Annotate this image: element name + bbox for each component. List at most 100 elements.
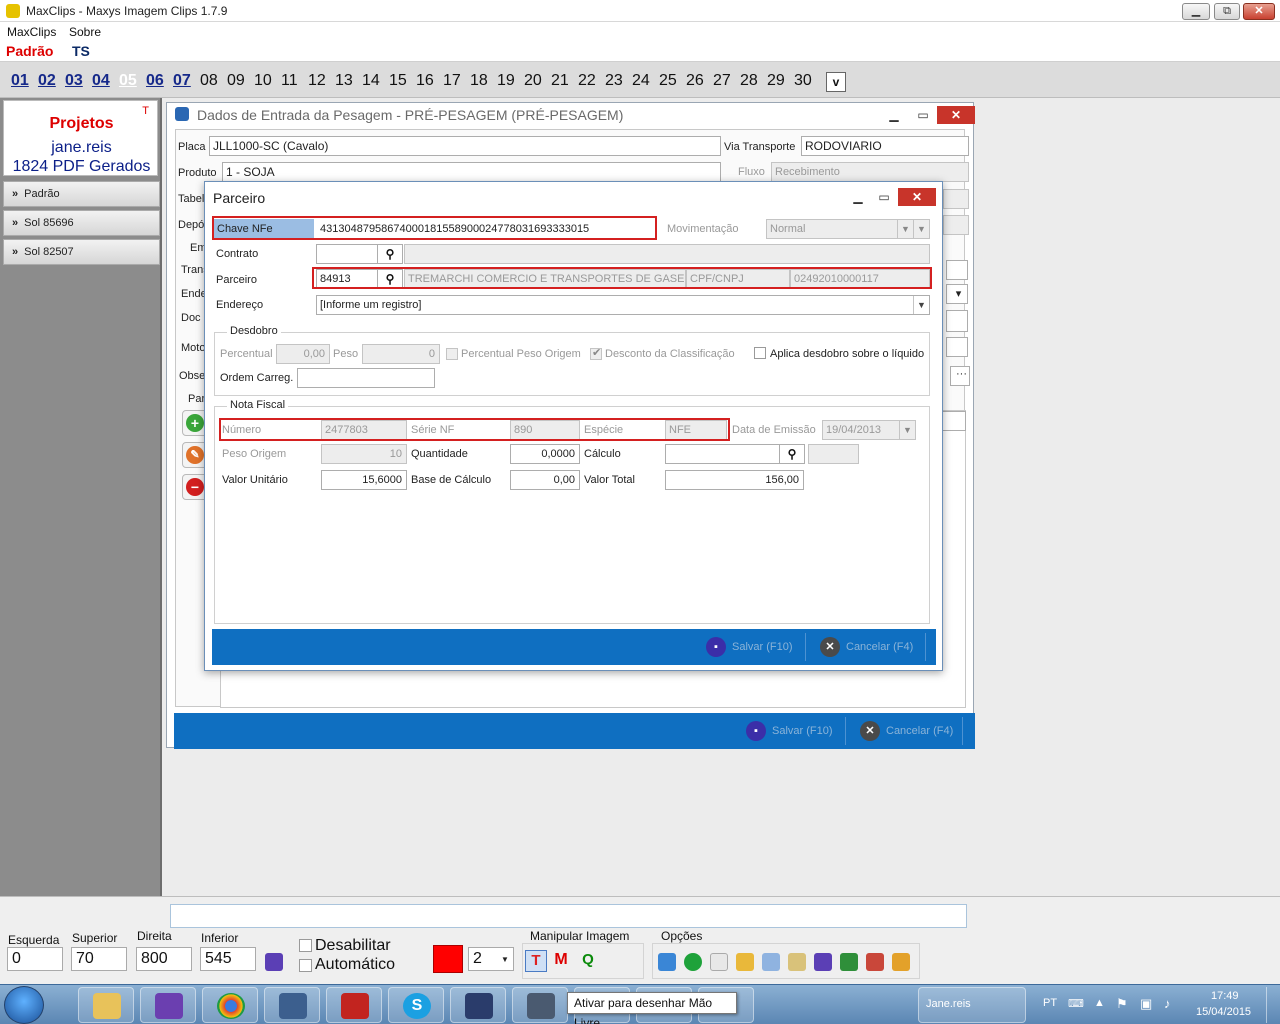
produto-field[interactable]: 1 - SOJA <box>222 162 721 182</box>
start-button[interactable] <box>4 986 44 1024</box>
day-07[interactable]: 07 <box>173 72 191 90</box>
taskbar-skype[interactable]: S <box>388 987 444 1023</box>
network-icon[interactable]: ▣ <box>1140 996 1152 1012</box>
menu-maxclips[interactable]: MaxClips <box>7 25 56 39</box>
day-19[interactable]: 19 <box>497 72 515 90</box>
day-24[interactable]: 24 <box>632 72 650 90</box>
taskbar-visual-studio[interactable] <box>140 987 196 1023</box>
quantidade-field[interactable]: 0,0000 <box>510 444 580 464</box>
day-09[interactable]: 09 <box>227 72 245 90</box>
day-toggle-button[interactable]: v <box>826 72 846 92</box>
inferior-field[interactable]: 545 <box>200 947 256 971</box>
open-folder-icon[interactable] <box>736 953 754 971</box>
day-18[interactable]: 18 <box>470 72 488 90</box>
day-20[interactable]: 20 <box>524 72 542 90</box>
day-16[interactable]: 16 <box>416 72 434 90</box>
motorista-field[interactable] <box>946 337 968 357</box>
nav-item-padrao[interactable]: » Padrão <box>3 181 160 207</box>
show-desktop-button[interactable] <box>1266 987 1278 1023</box>
day-10[interactable]: 10 <box>254 72 272 90</box>
day-08[interactable]: 08 <box>200 72 218 90</box>
flag-icon[interactable]: ⚑ <box>1116 996 1128 1012</box>
day-30[interactable]: 30 <box>794 72 812 90</box>
day-06[interactable]: 06 <box>146 72 164 90</box>
status-input[interactable] <box>170 904 967 928</box>
contrato-field[interactable] <box>316 244 378 264</box>
day-22[interactable]: 22 <box>578 72 596 90</box>
day-25[interactable]: 25 <box>659 72 677 90</box>
save-icon[interactable] <box>814 953 832 971</box>
chevron-up-icon[interactable]: ▲ <box>1094 997 1105 1009</box>
color-swatch[interactable] <box>433 945 463 973</box>
keyboard-icon[interactable]: ⌨ <box>1068 997 1084 1010</box>
desabilitar-checkbox[interactable] <box>299 939 312 952</box>
dialog-save-button[interactable]: ▪ Salvar (F10) <box>706 635 793 659</box>
day-17[interactable]: 17 <box>443 72 461 90</box>
dialog-minimize-button[interactable]: ▁ <box>845 188 871 206</box>
day-01[interactable]: 01 <box>11 72 29 90</box>
dialog-close-button[interactable]: ✕ <box>898 188 936 206</box>
dialog-cancel-button[interactable]: ✕ Cancelar (F4) <box>820 635 913 659</box>
esquerda-field[interactable]: 0 <box>7 947 63 971</box>
calculo-search-button[interactable]: ⚲ <box>779 444 805 464</box>
magic-wand-icon[interactable] <box>892 953 910 971</box>
day-26[interactable]: 26 <box>686 72 704 90</box>
taskbar-postgres[interactable] <box>264 987 320 1023</box>
day-02[interactable]: 02 <box>38 72 56 90</box>
day-23[interactable]: 23 <box>605 72 623 90</box>
day-12[interactable]: 12 <box>308 72 326 90</box>
placa-field[interactable]: JLL1000-SC (Cavalo) <box>209 136 721 156</box>
via-transporte-field[interactable]: RODOVIARIO <box>801 136 969 156</box>
day-15[interactable]: 15 <box>389 72 407 90</box>
rotate-icon[interactable] <box>658 953 676 971</box>
day-03[interactable]: 03 <box>65 72 83 90</box>
volume-icon[interactable]: ♪ <box>1164 996 1171 1011</box>
observacao-more-button[interactable]: ··· <box>950 366 970 386</box>
taskbar-explorer[interactable] <box>78 987 134 1023</box>
menu-sobre[interactable]: Sobre <box>69 25 101 39</box>
day-04[interactable]: 04 <box>92 72 110 90</box>
new-icon[interactable] <box>710 953 728 971</box>
percentual-peso-origem-checkbox[interactable] <box>446 348 458 360</box>
base-calculo-field[interactable]: 0,00 <box>510 470 580 490</box>
day-27[interactable]: 27 <box>713 72 731 90</box>
doc-field[interactable] <box>946 310 968 332</box>
endereco-select[interactable]: [Informe um registro] <box>316 295 930 315</box>
aplica-desdobro-checkbox[interactable] <box>754 347 766 359</box>
taskbar-maxclips[interactable] <box>512 987 568 1023</box>
nav-item-sol-82507[interactable]: » Sol 82507 <box>3 239 160 265</box>
endereco-main-dropdown[interactable]: ▾ <box>946 284 968 304</box>
main-maximize-button[interactable]: ▭ <box>910 106 936 124</box>
taskbar-filezilla[interactable] <box>326 987 382 1023</box>
valor-unitario-field[interactable]: 15,6000 <box>321 470 407 490</box>
deposito-field[interactable] <box>943 215 969 235</box>
freehand-tool-button[interactable]: T <box>525 950 547 972</box>
clock-date[interactable]: 15/04/2015 <box>1196 1006 1251 1018</box>
automatico-checkbox[interactable] <box>299 959 312 972</box>
main-minimize-button[interactable]: ▁ <box>881 106 907 124</box>
paste-icon[interactable] <box>788 953 806 971</box>
taskbar-terminal[interactable] <box>450 987 506 1023</box>
taskbar-chrome[interactable] <box>202 987 258 1023</box>
day-05[interactable]: 05 <box>119 72 137 90</box>
save-green-icon[interactable] <box>840 953 858 971</box>
main-save-button[interactable]: ▪ Salvar (F10) <box>746 719 833 743</box>
day-28[interactable]: 28 <box>740 72 758 90</box>
clock-time[interactable]: 17:49 <box>1211 990 1239 1002</box>
close-button[interactable]: ✕ <box>1243 3 1275 20</box>
day-13[interactable]: 13 <box>335 72 353 90</box>
superior-field[interactable]: 70 <box>71 947 127 971</box>
dialog-maximize-button[interactable]: ▭ <box>871 188 897 206</box>
ordem-carreg-field[interactable] <box>297 368 435 388</box>
valor-total-field[interactable]: 156,00 <box>665 470 804 490</box>
q-tool-button[interactable]: Q <box>577 950 599 972</box>
calculo-field[interactable] <box>665 444 780 464</box>
day-14[interactable]: 14 <box>362 72 380 90</box>
direita-field[interactable]: 800 <box>136 947 192 971</box>
copy-icon[interactable] <box>762 953 780 971</box>
restore-button[interactable]: ⧉ <box>1214 3 1240 20</box>
day-29[interactable]: 29 <box>767 72 785 90</box>
day-11[interactable]: 11 <box>281 72 298 90</box>
nav-item-sol-85696[interactable]: » Sol 85696 <box>3 210 160 236</box>
main-cancel-button[interactable]: ✕ Cancelar (F4) <box>860 719 953 743</box>
